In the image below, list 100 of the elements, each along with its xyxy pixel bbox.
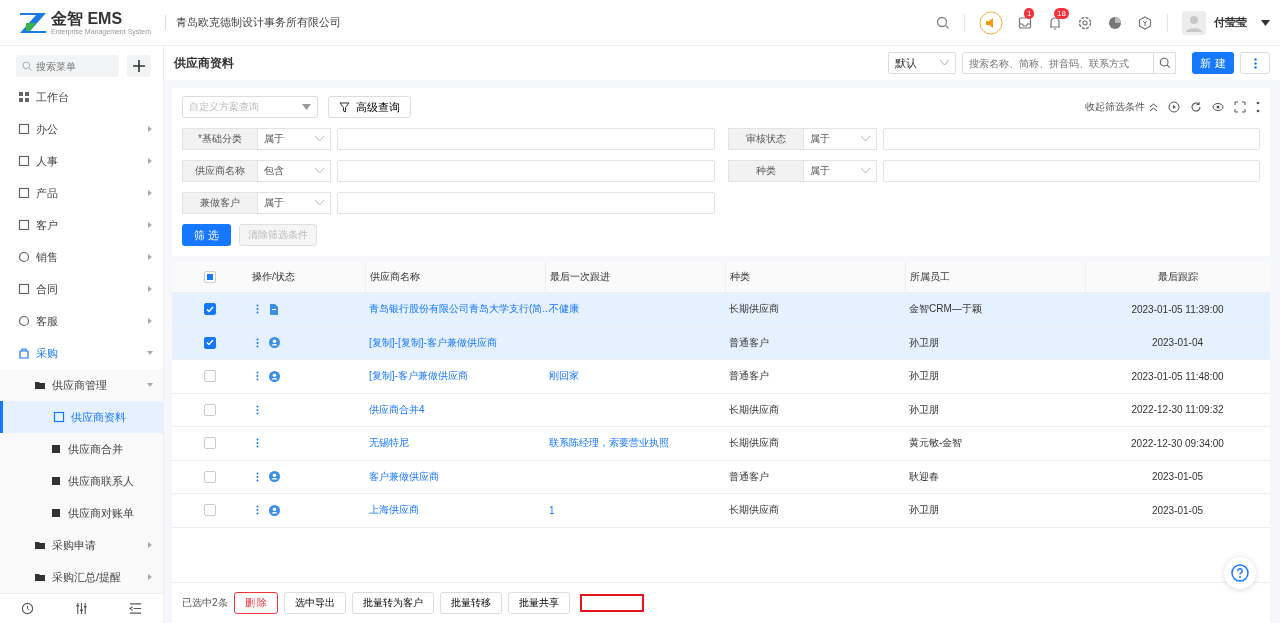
followup-link[interactable]: 1 (549, 504, 555, 516)
row-checkbox[interactable] (204, 504, 216, 517)
menu-item[interactable]: 人事 (0, 145, 163, 177)
supplier-name-link[interactable]: [复制]-客户兼做供应商 (369, 369, 468, 384)
user-name[interactable]: 付莹莹 (1214, 15, 1247, 30)
row-checkbox[interactable] (204, 470, 216, 483)
bell-icon[interactable] (1047, 14, 1063, 31)
table-row[interactable]: 青岛银行股份有限公司青岛大学支行(简...不健康 长期供应商 金智CRM—于颖 2023-01-05 11:39:00 (172, 293, 1270, 327)
batch-action-button[interactable]: 批量转为客户 (352, 592, 435, 614)
menu-item[interactable]: 供应商管理 (0, 369, 163, 401)
supplier-name-link[interactable]: 供应商合并4 (369, 402, 425, 417)
table-cell: 长期供应商 (729, 402, 779, 417)
menu-item[interactable]: 产品 (0, 177, 163, 209)
menu-item[interactable]: 办公 (0, 113, 163, 145)
filter-value-field[interactable] (337, 160, 715, 182)
row-menu-icon[interactable] (256, 404, 259, 415)
row-checkbox[interactable] (204, 437, 216, 450)
filter-value-field[interactable] (337, 128, 715, 150)
advanced-query-button[interactable]: 高级查询 (328, 96, 411, 118)
row-checkbox[interactable] (204, 303, 216, 316)
caret-icon[interactable] (1261, 19, 1270, 26)
table-row[interactable]: 供应商合并4 长期供应商 孙卫朋 2022-12-30 11:09:32 (172, 393, 1270, 427)
row-menu-icon[interactable] (256, 371, 259, 382)
operator-select[interactable]: 属于 (803, 160, 877, 182)
more-icon[interactable] (1256, 101, 1260, 113)
row-menu-icon[interactable] (256, 304, 259, 315)
supplier-name-link[interactable]: 上海供应商 (369, 503, 419, 518)
operator-select[interactable]: 属于 (803, 128, 877, 150)
history-icon[interactable] (20, 602, 34, 615)
table-cell: 孙卫朋 (909, 402, 939, 417)
filter-value-field[interactable] (882, 160, 1260, 182)
menu-item[interactable]: 销售 (0, 241, 163, 273)
batch-action-button[interactable]: 批量共享 (508, 592, 571, 614)
row-menu-icon[interactable] (256, 438, 259, 449)
row-menu-icon[interactable] (256, 471, 259, 482)
select-all-checkbox[interactable] (204, 271, 216, 283)
column-header: 操作/状态 (252, 270, 295, 284)
operator-select[interactable]: 属于 (258, 192, 331, 214)
row-checkbox[interactable] (204, 336, 216, 349)
view-select[interactable]: 默认 (888, 52, 956, 74)
menu-item[interactable]: 客服 (0, 305, 163, 337)
new-button[interactable]: 新 建 (1192, 52, 1234, 74)
menu-item[interactable]: 采购申请 (0, 529, 163, 561)
row-checkbox[interactable] (204, 403, 216, 416)
menu-item[interactable]: 供应商合并 (0, 433, 163, 465)
supplier-name-link[interactable]: 无锡特尼 (369, 436, 409, 451)
settings-icon[interactable] (1077, 14, 1093, 31)
megaphone-icon[interactable] (979, 10, 1003, 35)
filter-button[interactable]: 筛 选 (182, 224, 232, 246)
filter-label: *基础分类 (182, 128, 258, 150)
table-cell: 2023-01-04 (1151, 337, 1204, 349)
menu-item[interactable]: 客户 (0, 209, 163, 241)
table-row[interactable]: 上海供应商 1 长期供应商 孙卫朋 2023-01-05 (172, 494, 1270, 528)
followup-link[interactable]: 联系陈经理，索要营业执照 (549, 436, 669, 451)
table-row[interactable]: 无锡特尼 联系陈经理，索要营业执照 长期供应商 黄元敏-金智 2022-12-30 09:34:00 (172, 427, 1270, 461)
search-field[interactable]: 搜索名称、简称、拼音码、联系方式 (962, 52, 1154, 74)
table-row[interactable]: [复制]-[复制]-客户兼做供应商 普通客户 孙卫朋 2023-01-04 (172, 326, 1270, 360)
followup-link[interactable]: 不健康 (549, 302, 579, 317)
caret-icon (147, 222, 153, 228)
more-button[interactable] (1240, 52, 1270, 74)
menu-item[interactable]: 采购汇总/提醒 (0, 561, 163, 593)
help-button[interactable] (1224, 557, 1256, 589)
search-button[interactable] (1154, 52, 1176, 74)
row-checkbox[interactable] (204, 370, 216, 383)
collapse-filters-link[interactable]: 收起筛选条件 (1085, 100, 1158, 114)
pie-chart-icon[interactable] (1107, 14, 1123, 31)
menu-search-field[interactable]: 搜索菜单 (16, 55, 119, 77)
menu-item[interactable]: 供应商联系人 (0, 465, 163, 497)
row-menu-icon[interactable] (256, 505, 259, 516)
batch-action-button[interactable]: 批量转移 (440, 592, 503, 614)
menu-item[interactable]: 供应商对账单 (0, 497, 163, 529)
supplier-name-link[interactable]: [复制]-[复制]-客户兼做供应商 (369, 335, 497, 350)
operator-select[interactable]: 包含 (258, 160, 331, 182)
menu-item[interactable]: 工作台 (0, 81, 163, 113)
table-row[interactable]: 客户兼做供应商 普通客户 耿迎春 2023-01-05 (172, 460, 1270, 494)
sliders-icon[interactable] (75, 602, 88, 615)
table-row[interactable]: [复制]-客户兼做供应商 刚回家 普通客户 孙卫朋 2023-01-05 11:48:00 (172, 360, 1270, 394)
operator-select[interactable]: 属于 (258, 128, 331, 150)
fullscreen-icon[interactable] (1234, 101, 1246, 113)
folder-icon (34, 379, 46, 391)
search-icon[interactable] (936, 15, 950, 30)
help-icon (1231, 564, 1249, 582)
collapse-menu-icon[interactable] (129, 602, 143, 615)
row-menu-icon[interactable] (256, 337, 259, 348)
batch-action-button[interactable]: 选中导出 (284, 592, 347, 614)
filter-value-field[interactable] (882, 128, 1260, 150)
refresh-icon[interactable] (1190, 101, 1202, 113)
supplier-name-link[interactable]: 客户兼做供应商 (369, 469, 439, 484)
play-icon[interactable] (1168, 101, 1180, 113)
filter-value-field[interactable] (337, 192, 715, 214)
add-button[interactable] (127, 55, 151, 77)
followup-link[interactable]: 刚回家 (549, 369, 579, 384)
batch-action-button[interactable]: 删 除 (233, 592, 279, 614)
inbox-icon[interactable] (1017, 14, 1033, 31)
more-icon (1253, 57, 1257, 69)
menu-item[interactable]: 合同 (0, 273, 163, 305)
eye-icon[interactable] (1212, 101, 1224, 113)
hexagon-icon[interactable] (1137, 14, 1153, 31)
menu-item[interactable]: 采购 (0, 337, 163, 369)
menu-item[interactable]: 供应商资料 (0, 401, 163, 433)
